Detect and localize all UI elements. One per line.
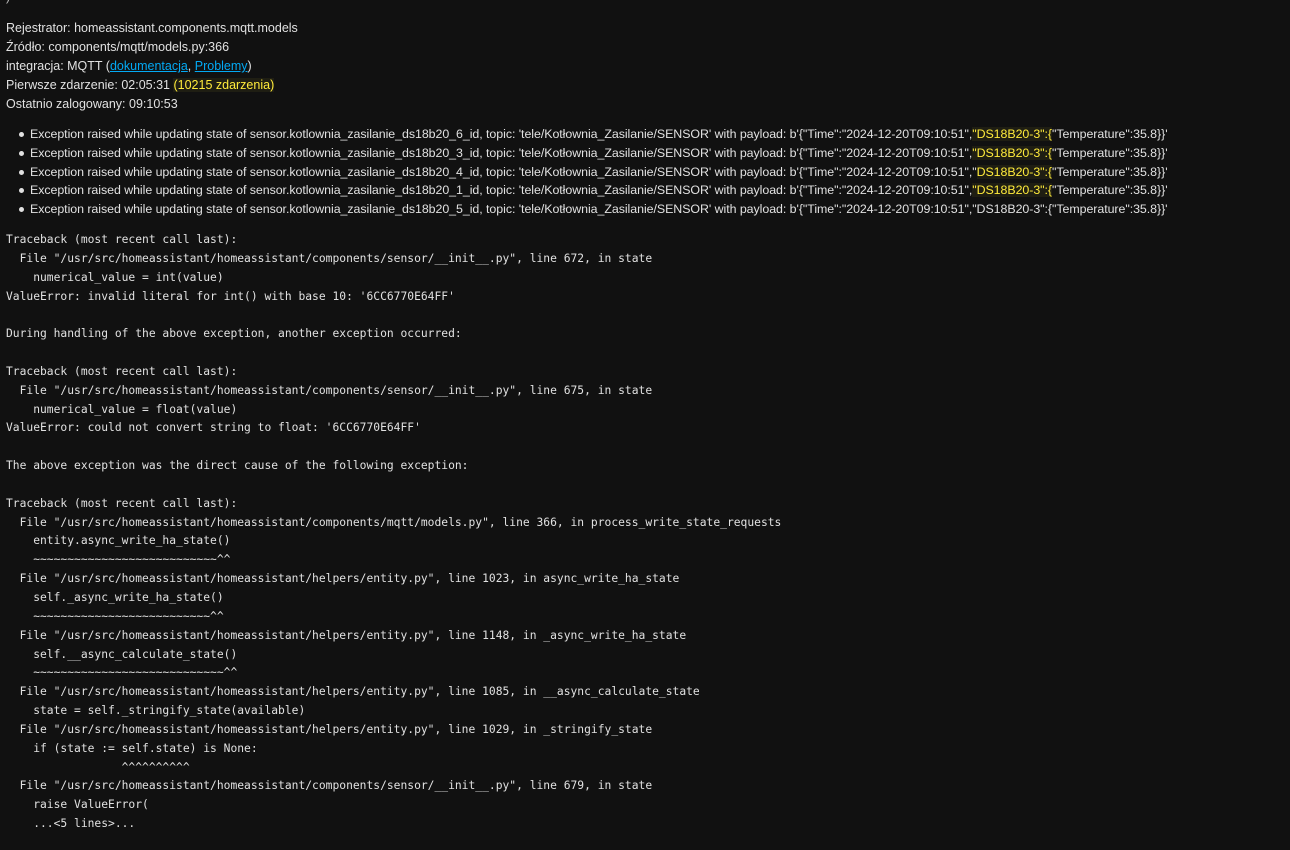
logger-value: homeassistant.components.mqtt.models: [74, 21, 298, 35]
traceback-line: File "/usr/src/homeassistant/homeassista…: [6, 572, 680, 586]
traceback-line: numerical_value = float(value): [6, 402, 238, 416]
source-line: Źródło: components/mqtt/models.py:366: [6, 38, 1286, 57]
message-list: Exception raised while updating state of…: [6, 125, 1286, 219]
message-prefix: Exception raised while updating state of…: [30, 145, 973, 160]
first-occurred-label: Pierwsze zdarzenie: 02:05:31: [6, 78, 174, 92]
message-prefix: Exception raised while updating state of…: [30, 164, 977, 179]
traceback-line: raise ValueError(: [6, 798, 149, 812]
log-details: ) Rejestrator: homeassistant.components.…: [6, 0, 1286, 834]
traceback-line: ~~~~~~~~~~~~~~~~~~~~~~~~~~~~^^: [6, 666, 238, 680]
message-key: "DS18B20-3":{: [972, 127, 1053, 141]
traceback-line: self._async_write_ha_state(): [6, 591, 224, 605]
traceback-line: if (state := self.state) is None:: [6, 741, 258, 755]
last-logged-line: Ostatnio zalogowany: 09:10:53: [6, 95, 1286, 114]
traceback-line: File "/usr/src/homeassistant/homeassista…: [6, 515, 782, 529]
integration-close: ): [247, 59, 252, 73]
list-item: Exception raised while updating state of…: [19, 200, 1286, 219]
message-suffix: "Temperature":35.8}}': [1052, 127, 1168, 141]
integration-label: integracja: MQTT (: [6, 59, 110, 73]
message-prefix: Exception raised while updating state of…: [30, 127, 973, 141]
traceback-line: File "/usr/src/homeassistant/homeassista…: [6, 383, 653, 397]
bullet-icon: [19, 207, 24, 213]
integration-separator: ,: [187, 59, 195, 73]
bullet-icon: [19, 169, 24, 175]
documentation-link[interactable]: dokumentacja: [110, 59, 188, 73]
traceback-line: ValueError: could not convert string to …: [6, 421, 421, 435]
traceback-line: Traceback (most recent call last):: [6, 232, 238, 246]
occurrence-count: (10215 zdarzenia): [173, 78, 275, 92]
integration-line: integracja: MQTT (dokumentacja, Problemy…: [6, 57, 1286, 76]
traceback-block: Traceback (most recent call last): File …: [6, 231, 1286, 834]
first-occurred-line: Pierwsze zdarzenie: 02:05:31 (10215 zdar…: [6, 76, 1286, 95]
message-suffix: "Temperature":35.8}}': [1052, 164, 1168, 179]
traceback-line: File "/usr/src/homeassistant/homeassista…: [6, 251, 653, 265]
traceback-line: The above exception was the direct cause…: [6, 459, 469, 473]
traceback-line: Traceback (most recent call last):: [6, 496, 238, 510]
traceback-line: ~~~~~~~~~~~~~~~~~~~~~~~~~~~^^: [6, 553, 231, 567]
traceback-line: self.__async_calculate_state(): [6, 647, 238, 661]
traceback-line: ^^^^^^^^^^: [6, 760, 190, 774]
traceback-line: File "/usr/src/homeassistant/homeassista…: [6, 685, 700, 699]
source-label: Źródło:: [6, 40, 49, 54]
message-key: DS18B20-3":{: [976, 164, 1053, 179]
list-item: Exception raised while updating state of…: [19, 125, 1286, 144]
bullet-icon: [19, 188, 24, 194]
traceback-line: ...<5 lines>...: [6, 817, 136, 831]
traceback-line: [6, 306, 1286, 325]
last-logged-label: Ostatnio zalogowany: 09:10:53: [6, 97, 178, 111]
traceback-line: [6, 438, 1286, 457]
traceback-line: entity.async_write_ha_state(): [6, 534, 231, 548]
list-item: Exception raised while updating state of…: [19, 163, 1286, 182]
bullet-icon: [19, 150, 24, 156]
traceback-line: ~~~~~~~~~~~~~~~~~~~~~~~~~~^^: [6, 609, 224, 623]
traceback-line: Traceback (most recent call last):: [6, 364, 238, 378]
issues-link[interactable]: Problemy: [195, 59, 248, 73]
traceback-line: File "/usr/src/homeassistant/homeassista…: [6, 722, 653, 736]
logger-label: Rejestrator:: [6, 21, 75, 35]
log-meta: Rejestrator: homeassistant.components.mq…: [6, 19, 1286, 114]
bullet-icon: [19, 132, 24, 137]
traceback-line: [6, 344, 1286, 363]
traceback-line: state = self._stringify_state(available): [6, 704, 306, 718]
list-item: Exception raised while updating state of…: [19, 181, 1286, 200]
message-suffix: "Temperature":35.8}}': [1052, 145, 1168, 160]
traceback-line: [6, 476, 1286, 495]
traceback-line: File "/usr/src/homeassistant/homeassista…: [6, 779, 653, 793]
traceback-line: File "/usr/src/homeassistant/homeassista…: [6, 628, 687, 642]
message-key: "DS18B20-3":{: [972, 145, 1053, 160]
message-prefix: Exception raised while updating state of…: [30, 202, 1168, 217]
previous-line-clip: ): [6, 0, 1286, 4]
source-value: components/mqtt/models.py:366: [48, 40, 230, 54]
logger-line: Rejestrator: homeassistant.components.mq…: [6, 19, 1286, 38]
message-suffix: "Temperature":35.8}}': [1052, 183, 1168, 198]
message-key: "DS18B20-3":{: [972, 183, 1053, 198]
list-item: Exception raised while updating state of…: [19, 144, 1286, 163]
message-prefix: Exception raised while updating state of…: [30, 183, 973, 198]
traceback-line: numerical_value = int(value): [6, 270, 224, 284]
traceback-line: During handling of the above exception, …: [6, 327, 462, 341]
traceback-line: ValueError: invalid literal for int() wi…: [6, 289, 455, 303]
